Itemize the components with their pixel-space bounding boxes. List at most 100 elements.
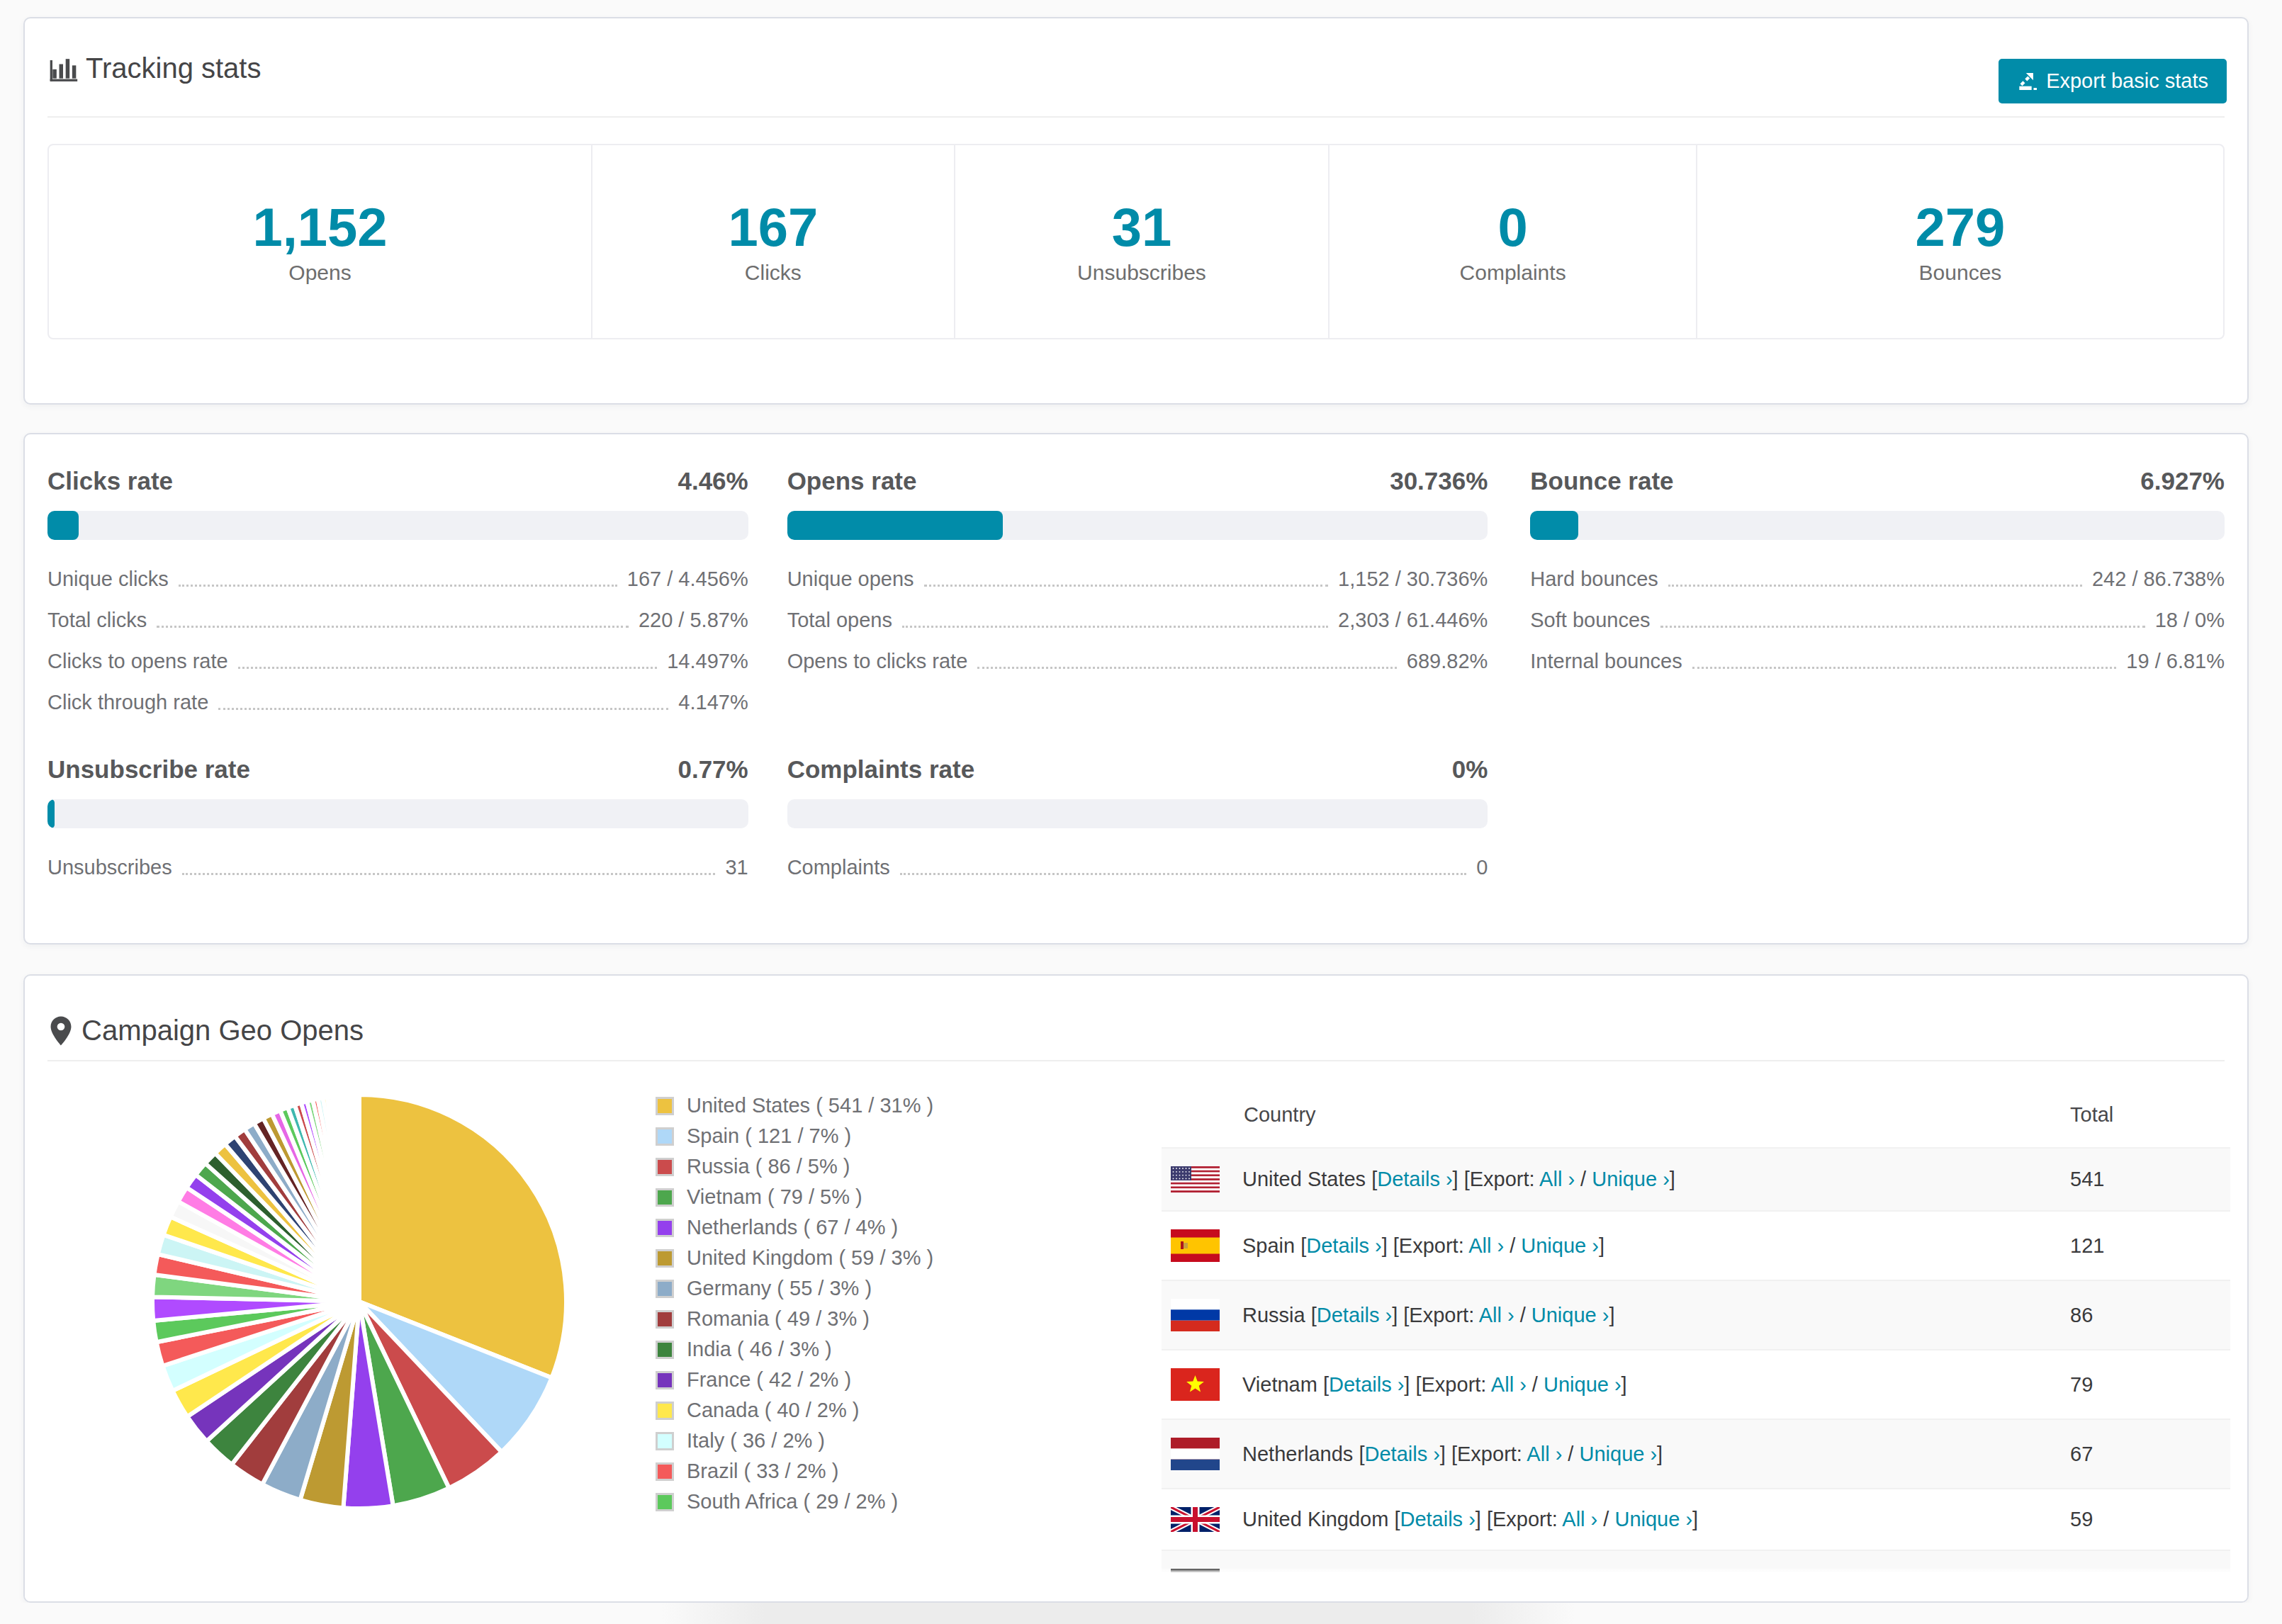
legend-swatch bbox=[656, 1158, 674, 1176]
rate-title: Complaints rate bbox=[787, 755, 975, 784]
details-link[interactable]: Details › bbox=[1317, 1304, 1392, 1326]
details-link[interactable]: Details › bbox=[1329, 1373, 1404, 1396]
details-link[interactable]: Details › bbox=[1400, 1508, 1475, 1530]
rate-row-value: 689.82% bbox=[1407, 650, 1488, 673]
export-all-link[interactable]: All › bbox=[1562, 1508, 1597, 1530]
export-unique-link[interactable]: Unique › bbox=[1592, 1168, 1670, 1190]
export-basic-stats-button[interactable]: Export basic stats bbox=[1999, 59, 2227, 103]
rate-row: Internal bounces19 / 6.81% bbox=[1530, 641, 2225, 682]
table-row-gb: United Kingdom [Details ›] [Export: All … bbox=[1162, 1488, 2230, 1550]
legend-label: United Kingdom ( 59 / 3% ) bbox=[687, 1246, 933, 1270]
legend-item: Germany ( 55 / 3% ) bbox=[656, 1273, 933, 1304]
summary-stats-row: 1,152Opens167Clicks31Unsubscribes0Compla… bbox=[47, 144, 2225, 339]
legend-item: Vietnam ( 79 / 5% ) bbox=[656, 1182, 933, 1212]
legend-item: Romania ( 49 / 3% ) bbox=[656, 1304, 933, 1334]
bottom-fade-overlay bbox=[25, 1567, 2247, 1601]
rate-value: 4.46% bbox=[678, 467, 748, 495]
legend-label: Italy ( 36 / 2% ) bbox=[687, 1429, 825, 1453]
tracking-stats-title: Tracking stats bbox=[86, 52, 261, 84]
rate-row-value: 4.147% bbox=[678, 691, 748, 714]
legend-label: Romania ( 49 / 3% ) bbox=[687, 1307, 870, 1331]
details-link[interactable]: Details › bbox=[1377, 1168, 1452, 1190]
legend-swatch bbox=[656, 1249, 674, 1268]
export-all-link[interactable]: All › bbox=[1539, 1168, 1575, 1190]
country-links: United Kingdom [Details ›] [Export: All … bbox=[1242, 1508, 1698, 1531]
export-icon bbox=[2017, 70, 2040, 93]
rate-row-label: Unsubscribes bbox=[47, 856, 172, 879]
export-all-link[interactable]: All › bbox=[1491, 1373, 1527, 1396]
export-unique-link[interactable]: Unique › bbox=[1614, 1508, 1692, 1530]
export-unique-link[interactable]: Unique › bbox=[1579, 1443, 1657, 1465]
rate-progress-fill bbox=[47, 511, 79, 540]
geo-table: Country Total United States [Details ›] … bbox=[1162, 1098, 2230, 1603]
export-all-link[interactable]: All › bbox=[1479, 1304, 1514, 1326]
horizontal-scrollbar-thumb[interactable] bbox=[0, 1603, 2282, 1624]
geo-pie-chart bbox=[150, 1093, 568, 1511]
table-row-es: Spain [Details ›] [Export: All › / Uniqu… bbox=[1162, 1210, 2230, 1280]
rate-row-label: Opens to clicks rate bbox=[787, 650, 968, 673]
legend-label: France ( 42 / 2% ) bbox=[687, 1368, 851, 1392]
export-all-link[interactable]: All › bbox=[1468, 1234, 1504, 1257]
rate-value: 6.927% bbox=[2140, 467, 2225, 495]
legend-swatch bbox=[656, 1280, 674, 1298]
rate-section-complaints-rate: Complaints rate0%Complaints0 bbox=[787, 723, 1488, 888]
rate-progress-track bbox=[1530, 511, 2225, 540]
dotted-leader bbox=[238, 667, 658, 669]
stat-box-bounces: 279Bounces bbox=[1696, 145, 2223, 338]
details-link[interactable]: Details › bbox=[1365, 1443, 1440, 1465]
country-name: Vietnam bbox=[1242, 1373, 1317, 1396]
dotted-leader bbox=[1660, 626, 2145, 628]
rates-card: Clicks rate4.46%Unique clicks167 / 4.456… bbox=[23, 433, 2249, 944]
rate-section-bounce-rate: Bounce rate6.927%Hard bounces242 / 86.73… bbox=[1530, 434, 2225, 723]
dotted-leader bbox=[1692, 667, 2117, 669]
gb-flag-icon bbox=[1171, 1507, 1220, 1532]
nl-flag-icon bbox=[1171, 1438, 1220, 1470]
rate-row: Total clicks220 / 5.87% bbox=[47, 599, 748, 641]
geo-header: Campaign Geo Opens bbox=[25, 976, 2247, 1061]
rate-section-clicks-rate: Clicks rate4.46%Unique clicks167 / 4.456… bbox=[47, 434, 748, 723]
legend-swatch bbox=[656, 1371, 674, 1389]
legend-label: United States ( 541 / 31% ) bbox=[687, 1094, 933, 1117]
geo-title: Campaign Geo Opens bbox=[82, 1015, 364, 1047]
rate-row: Unsubscribes31 bbox=[47, 847, 748, 888]
rate-row-value: 1,152 / 30.736% bbox=[1338, 568, 1488, 591]
rate-row: Click through rate 4.147% bbox=[47, 682, 748, 723]
dotted-leader bbox=[157, 626, 629, 628]
export-unique-link[interactable]: Unique › bbox=[1531, 1304, 1609, 1326]
es-flag-icon bbox=[1171, 1229, 1220, 1262]
legend-label: India ( 46 / 3% ) bbox=[687, 1338, 832, 1361]
rate-row-label: Soft bounces bbox=[1530, 609, 1650, 632]
total-value: 86 bbox=[2070, 1304, 2230, 1327]
column-header-total: Total bbox=[2070, 1103, 2230, 1127]
details-link[interactable]: Details › bbox=[1306, 1234, 1381, 1257]
rate-row-label: Click through rate bbox=[47, 691, 208, 714]
country-name: Spain bbox=[1242, 1234, 1295, 1257]
table-row-nl: Netherlands [Details ›] [Export: All › /… bbox=[1162, 1419, 2230, 1488]
legend-item: Russia ( 86 / 5% ) bbox=[656, 1151, 933, 1182]
export-unique-link[interactable]: Unique › bbox=[1544, 1373, 1621, 1396]
rate-row: Total opens2,303 / 61.446% bbox=[787, 599, 1488, 641]
export-unique-link[interactable]: Unique › bbox=[1521, 1234, 1599, 1257]
legend-swatch bbox=[656, 1341, 674, 1359]
legend-swatch bbox=[656, 1127, 674, 1146]
dotted-leader bbox=[924, 585, 1328, 587]
rate-progress-track bbox=[47, 799, 748, 828]
legend-label: Brazil ( 33 / 2% ) bbox=[687, 1460, 838, 1483]
country-name: Netherlands bbox=[1242, 1443, 1353, 1465]
rate-row: Unique opens 1,152 / 30.736% bbox=[787, 558, 1488, 599]
rate-row: Complaints0 bbox=[787, 847, 1488, 888]
rate-section-opens-rate: Opens rate30.736%Unique opens1,152 / 30.… bbox=[787, 434, 1488, 723]
rate-row-label: Complaints bbox=[787, 856, 890, 879]
rate-row-label: Unique opens bbox=[787, 568, 914, 591]
geo-table-header: Country Total bbox=[1162, 1098, 2230, 1147]
rate-row-value: 18 / 0% bbox=[2155, 609, 2225, 632]
rate-title: Unsubscribe rate bbox=[47, 755, 250, 784]
legend-label: Spain ( 121 / 7% ) bbox=[687, 1124, 851, 1148]
export-all-link[interactable]: All › bbox=[1527, 1443, 1562, 1465]
stat-box-clicks: 167Clicks bbox=[591, 145, 954, 338]
rate-row: Hard bounces242 / 86.738% bbox=[1530, 558, 2225, 599]
rate-title: Opens rate bbox=[787, 467, 917, 495]
legend-swatch bbox=[656, 1097, 674, 1115]
ru-flag-icon bbox=[1171, 1299, 1220, 1331]
legend-label: Germany ( 55 / 3% ) bbox=[687, 1277, 872, 1300]
